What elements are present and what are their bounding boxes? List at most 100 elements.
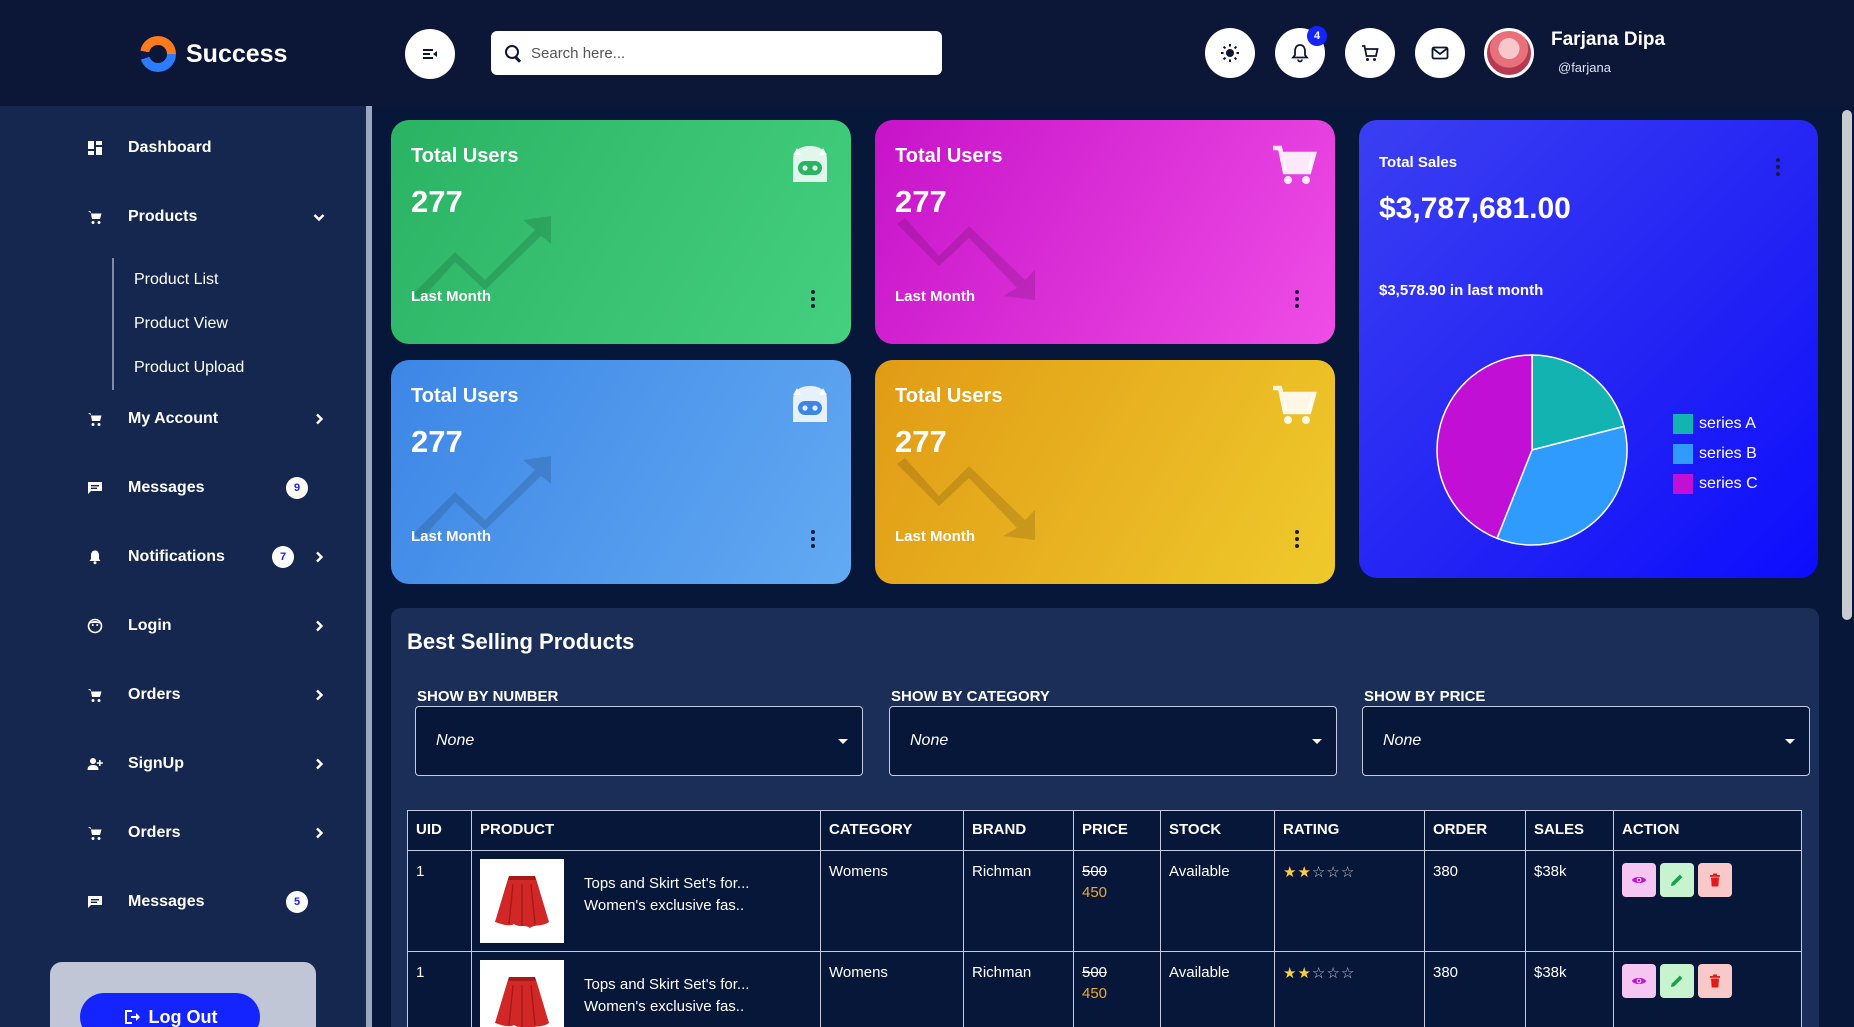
- page-scrollbar[interactable]: [1842, 108, 1854, 1027]
- sidebar-item-dashboard[interactable]: Dashboard: [86, 133, 326, 163]
- legend-item[interactable]: series B: [1673, 439, 1758, 469]
- legend-label: series A: [1699, 415, 1756, 432]
- logout-button[interactable]: Log Out: [80, 993, 260, 1027]
- search-bar[interactable]: [491, 31, 942, 75]
- cell-category: Womens: [820, 951, 964, 1027]
- caret-down-icon: [838, 739, 848, 744]
- show-by-number-select[interactable]: None: [415, 706, 863, 776]
- cart-icon: [1273, 385, 1317, 424]
- dashboard-icon: [86, 139, 104, 157]
- sidebar-item-messages-2[interactable]: Messages 5: [86, 887, 326, 917]
- caret-down-icon: [1312, 739, 1322, 744]
- pie-legend: series A series B series C: [1673, 409, 1758, 499]
- price-new: 450: [1082, 884, 1108, 901]
- cell-uid: 1: [407, 850, 472, 952]
- sidebar-item-products[interactable]: Products: [86, 202, 326, 232]
- logout-icon: [124, 1010, 140, 1024]
- sidebar-item-login[interactable]: Login: [86, 611, 326, 641]
- rating-stars: ★★☆☆☆: [1283, 864, 1356, 881]
- sidebar-scrollbar[interactable]: [366, 106, 372, 1027]
- legend-swatch: [1673, 444, 1693, 464]
- notifications-count-badge: 7: [272, 546, 294, 568]
- card-menu-icon[interactable]: [811, 530, 815, 548]
- select-value: None: [910, 732, 949, 749]
- column-header[interactable]: PRICE: [1073, 810, 1161, 851]
- cell-sales: $38k: [1525, 951, 1614, 1027]
- column-header[interactable]: STOCK: [1160, 810, 1275, 851]
- legend-swatch: [1673, 414, 1693, 434]
- show-by-category-select[interactable]: None: [889, 706, 1337, 776]
- bot-icon: [793, 386, 827, 422]
- notifications-button[interactable]: 4: [1275, 26, 1327, 78]
- sidebar-item-my-account[interactable]: My Account: [86, 404, 326, 434]
- messages-count-badge: 9: [286, 477, 308, 499]
- submenu-item-product-upload[interactable]: Product Upload: [134, 359, 244, 377]
- stat-card-users-orange: Total Users 277 Last Month: [875, 360, 1335, 584]
- product-thumbnail[interactable]: [480, 960, 564, 1027]
- sidebar-item-orders[interactable]: Orders: [86, 680, 326, 710]
- search-input[interactable]: [531, 44, 911, 62]
- submenu-item-product-list[interactable]: Product List: [134, 271, 218, 289]
- menu-collapse-icon: [423, 49, 437, 59]
- total-sales-card: Total Sales $3,787,681.00 $3,578.90 in l…: [1359, 120, 1818, 578]
- column-header[interactable]: UID: [407, 810, 472, 851]
- column-header[interactable]: RATING: [1274, 810, 1425, 851]
- view-button[interactable]: [1622, 863, 1656, 897]
- card-menu-icon[interactable]: [1295, 290, 1299, 308]
- column-header[interactable]: PRODUCT: [471, 810, 821, 851]
- cell-brand: Richman: [963, 951, 1074, 1027]
- sidebar-item-notifications[interactable]: Notifications 7: [86, 542, 326, 572]
- messages-button[interactable]: [1415, 28, 1465, 78]
- scrollbar-thumb[interactable]: [1842, 110, 1852, 620]
- user-avatar[interactable]: [1484, 28, 1534, 78]
- edit-button[interactable]: [1660, 964, 1694, 998]
- card-menu-icon[interactable]: [1295, 530, 1299, 548]
- sidebar-item-orders-2[interactable]: Orders: [86, 818, 326, 848]
- sales-title: Total Sales: [1379, 154, 1458, 171]
- view-button[interactable]: [1622, 964, 1656, 998]
- sidebar-item-signup[interactable]: SignUp: [86, 749, 326, 779]
- edit-button[interactable]: [1660, 863, 1694, 897]
- column-header[interactable]: BRAND: [963, 810, 1074, 851]
- card-subtitle: Last Month: [411, 528, 491, 545]
- product-name-line1: Tops and Skirt Set's for...: [584, 976, 750, 993]
- column-header[interactable]: ACTION: [1613, 810, 1802, 851]
- column-header[interactable]: CATEGORY: [820, 810, 964, 851]
- cell-brand: Richman: [963, 850, 1074, 952]
- card-value: 277: [895, 184, 947, 219]
- card-value: 277: [895, 424, 947, 459]
- delete-button[interactable]: [1698, 863, 1732, 897]
- theme-toggle-button[interactable]: [1205, 28, 1255, 78]
- product-thumbnail[interactable]: [480, 859, 564, 943]
- filter-label-number: SHOW BY NUMBER: [417, 688, 559, 705]
- trash-icon: [1710, 873, 1720, 887]
- sales-menu-icon[interactable]: [1776, 158, 1780, 179]
- cart-button[interactable]: [1345, 28, 1395, 78]
- sales-subtitle: $3,578.90 in last month: [1379, 282, 1544, 299]
- column-header[interactable]: ORDER: [1424, 810, 1526, 851]
- submenu-item-product-view[interactable]: Product View: [134, 315, 228, 333]
- column-header[interactable]: SALES: [1525, 810, 1614, 851]
- legend-item[interactable]: series C: [1673, 469, 1758, 499]
- card-menu-icon[interactable]: [811, 290, 815, 308]
- sidebar-item-label: Dashboard: [128, 139, 212, 156]
- card-subtitle: Last Month: [895, 288, 975, 305]
- cell-price: 500 450: [1073, 850, 1161, 952]
- sidebar-item-label: Notifications: [128, 548, 225, 565]
- delete-button[interactable]: [1698, 964, 1732, 998]
- card-title: Total Users: [895, 385, 1003, 407]
- cart-icon: [1273, 145, 1317, 184]
- legend-item[interactable]: series A: [1673, 409, 1758, 439]
- legend-swatch: [1673, 474, 1693, 494]
- bell-icon: [86, 548, 104, 566]
- brand-logo[interactable]: Success: [140, 36, 287, 72]
- sidebar-item-messages[interactable]: Messages 9: [86, 473, 326, 503]
- select-value: None: [1383, 732, 1422, 749]
- cell-sales: $38k: [1525, 850, 1614, 952]
- sidebar-toggle-button[interactable]: [405, 29, 455, 79]
- show-by-price-select[interactable]: None: [1362, 706, 1810, 776]
- legend-label: series B: [1699, 445, 1757, 462]
- mail-icon: [1431, 46, 1449, 60]
- chevron-right-icon: [312, 757, 326, 771]
- chevron-right-icon: [312, 688, 326, 702]
